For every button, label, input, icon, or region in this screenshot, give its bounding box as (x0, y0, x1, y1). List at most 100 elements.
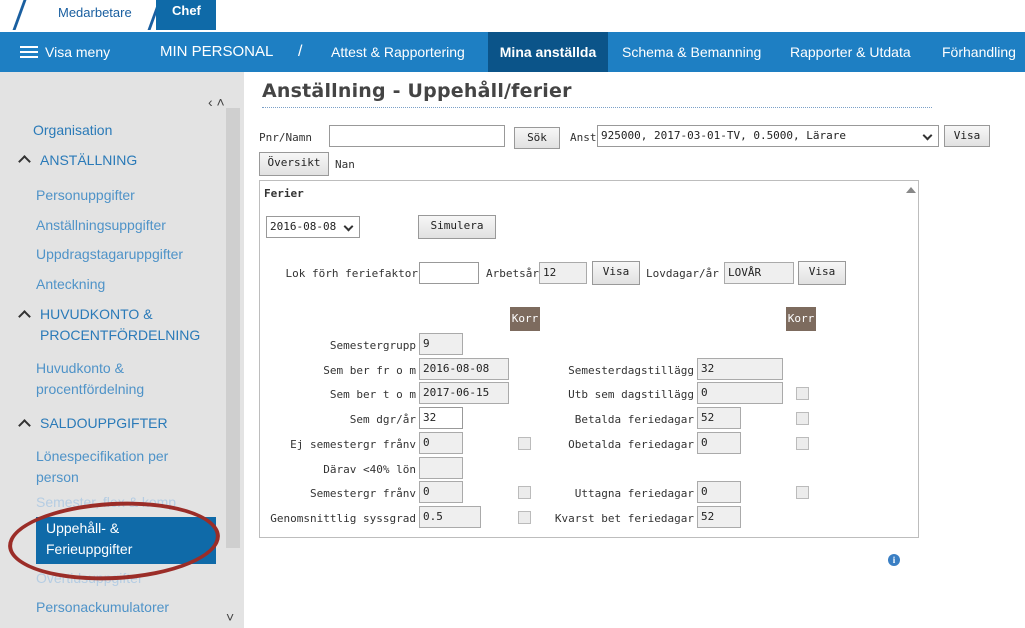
semestergr-franv-korr-checkbox[interactable] (518, 486, 531, 499)
field-label: Utb sem dagstillägg (568, 388, 694, 401)
anst-select[interactable]: 925000, 2017-03-01-TV, 0.5000, Lärare (597, 125, 939, 147)
ferier-panel: Ferier 2016-08-08 Simulera Lok förh feri… (259, 180, 919, 538)
field-label: Semesterdagstillägg (568, 364, 694, 377)
betalda-feriedagar-field[interactable]: 52 (697, 407, 741, 429)
nav-section-title[interactable]: MIN PERSONAL (160, 32, 273, 72)
sidebar-section-anstallning[interactable]: ANSTÄLLNING (40, 150, 137, 171)
tab-chef[interactable]: Chef (156, 0, 216, 30)
show-menu-button[interactable]: Visa meny (45, 32, 110, 72)
field-label: Ej semestergr frånv (290, 438, 416, 451)
chevron-down-icon (343, 221, 354, 232)
sidebar-item-anteckning[interactable]: Anteckning (36, 274, 216, 295)
sidebar-item-anstallningsuppgifter[interactable]: Anställningsuppgifter (36, 215, 216, 236)
main-navbar: Visa meny MIN PERSONAL / Attest & Rappor… (0, 32, 1025, 72)
sidebar-collapse-icon[interactable]: ‹ ˄ (208, 94, 225, 110)
collapse-up-icon[interactable] (906, 187, 916, 193)
tab-medarbetare[interactable]: Medarbetare (30, 0, 132, 32)
field-label: Genomsnittlig syssgrad (270, 512, 416, 525)
uttagna-feriedagar-field[interactable]: 0 (697, 481, 741, 503)
sidebar-item-huvudkonto[interactable]: Huvudkonto & procentfördelning (36, 358, 216, 400)
lovdagar-label: Lovdagar/år (646, 267, 719, 280)
field-label: Uttagna feriedagar (574, 487, 694, 500)
korr-left-label: Korr (510, 307, 540, 331)
semestergrupp-field[interactable]: 9 (419, 333, 463, 355)
anst-label: Anst (570, 131, 597, 144)
visa-anst-button[interactable]: Visa (944, 125, 990, 147)
date-select-value: 2016-08-08 (270, 220, 337, 233)
field-label: Därav <40% lön (323, 463, 416, 476)
sidebar-item-uppdragstagaruppgifter[interactable]: Uppdragstagaruppgifter (36, 244, 216, 265)
sidebar-item-lonespecifikation[interactable]: Lönespecifikation per person (36, 446, 216, 488)
uttagna-korr-checkbox[interactable] (796, 486, 809, 499)
title-divider (262, 107, 932, 108)
syssgrad-korr-checkbox[interactable] (518, 511, 531, 524)
main-content: Anställning - Uppehåll/ferier Pnr/Namn S… (244, 72, 1025, 628)
sidebar-section-huvudkonto[interactable]: HUVUDKONTO & PROCENTFÖRDELNING (40, 304, 200, 346)
lovdagar-input[interactable]: LOVÅR (724, 262, 794, 284)
obetalda-korr-checkbox[interactable] (796, 437, 809, 450)
page-title: Anställning - Uppehåll/ferier (262, 80, 572, 102)
korr-right-label: Korr (786, 307, 816, 331)
visa-arbetsar-button[interactable]: Visa (592, 261, 640, 285)
nav-schema[interactable]: Schema & Bemanning (622, 32, 761, 72)
sidebar-item-label: person (36, 469, 79, 485)
oversikt-button[interactable]: Översikt (259, 152, 329, 176)
field-label: Sem ber t o m (329, 388, 416, 401)
field-label: Sem dgr/år (349, 413, 416, 426)
utb-sem-korr-checkbox[interactable] (796, 387, 809, 400)
ferier-heading: Ferier (264, 187, 304, 200)
semestergr-franv-field[interactable]: 0 (419, 481, 463, 503)
nav-mina-anstallda[interactable]: Mina anställda (488, 32, 608, 72)
sidebar-scrollbar[interactable] (226, 108, 240, 548)
sem-dgr-field[interactable]: 32 (419, 407, 463, 429)
utb-sem-field[interactable]: 0 (697, 382, 783, 404)
sidebar-item-label: procentfördelning (36, 381, 145, 397)
role-tabs: Medarbetare Chef (0, 0, 1025, 32)
sidebar-item-label: Lönespecifikation per (36, 448, 169, 464)
semesterdagstillagg-field[interactable]: 32 (697, 358, 783, 380)
sidebar-organisation[interactable]: Organisation (33, 120, 112, 141)
ej-semestergr-korr-checkbox[interactable] (518, 437, 531, 450)
sidebar-item-personuppgifter[interactable]: Personuppgifter (36, 185, 216, 206)
arbetsar-label: Arbetsår (486, 267, 539, 280)
sidebar-section-label: HUVUDKONTO & (40, 306, 153, 322)
field-label: Sem ber fr o m (323, 364, 416, 377)
darav-field[interactable] (419, 457, 463, 479)
chevron-down-icon (922, 130, 933, 141)
syssgrad-field[interactable]: 0.5 (419, 506, 481, 528)
info-icon[interactable]: i (888, 554, 900, 566)
chevron-down-icon[interactable]: ˅ (226, 609, 234, 625)
pnr-input[interactable] (329, 125, 505, 147)
pnr-label: Pnr/Namn (259, 131, 312, 144)
sidebar-section-label: PROCENTFÖRDELNING (40, 327, 201, 343)
sidebar-section-saldouppgifter[interactable]: SALDOUPPGIFTER (40, 413, 168, 434)
simulera-button[interactable]: Simulera (418, 215, 496, 239)
sem-ber-tom-field[interactable]: 2017-06-15 (419, 382, 509, 404)
nav-separator: / (298, 43, 303, 60)
lok-label: Lok förh feriefaktor (285, 267, 418, 280)
nav-rapporter[interactable]: Rapporter & Utdata (790, 32, 911, 72)
tab-separator (12, 0, 27, 30)
arbetsar-input[interactable]: 12 (539, 262, 587, 284)
obetalda-feriedagar-field[interactable]: 0 (697, 432, 741, 454)
hamburger-icon[interactable] (20, 46, 38, 58)
nav-attest[interactable]: Attest & Rapportering (331, 32, 465, 72)
field-label: Semestergr frånv (310, 487, 416, 500)
sidebar-item-label: Huvudkonto & (36, 360, 124, 376)
lok-input[interactable] (419, 262, 479, 284)
nav-forhandling[interactable]: Förhandling (942, 32, 1016, 72)
field-label: Semestergrupp (329, 339, 416, 352)
anst-select-value: 925000, 2017-03-01-TV, 0.5000, Lärare (601, 129, 847, 142)
sem-ber-from-field[interactable]: 2016-08-08 (419, 358, 509, 380)
field-label: Obetalda feriedagar (568, 438, 694, 451)
betalda-korr-checkbox[interactable] (796, 412, 809, 425)
field-label: Betalda feriedagar (574, 413, 694, 426)
sidebar-item-personackumulatorer[interactable]: Personackumulatorer (36, 597, 216, 618)
search-button[interactable]: Sök (514, 127, 560, 149)
visa-lovdagar-button[interactable]: Visa (798, 261, 846, 285)
date-select[interactable]: 2016-08-08 (266, 216, 360, 238)
field-label: Kvarst bet feriedagar (554, 512, 694, 525)
kvarst-feriedagar-field[interactable]: 52 (697, 506, 741, 528)
ej-semestergr-field[interactable]: 0 (419, 432, 463, 454)
employee-name: Nan (335, 158, 355, 171)
